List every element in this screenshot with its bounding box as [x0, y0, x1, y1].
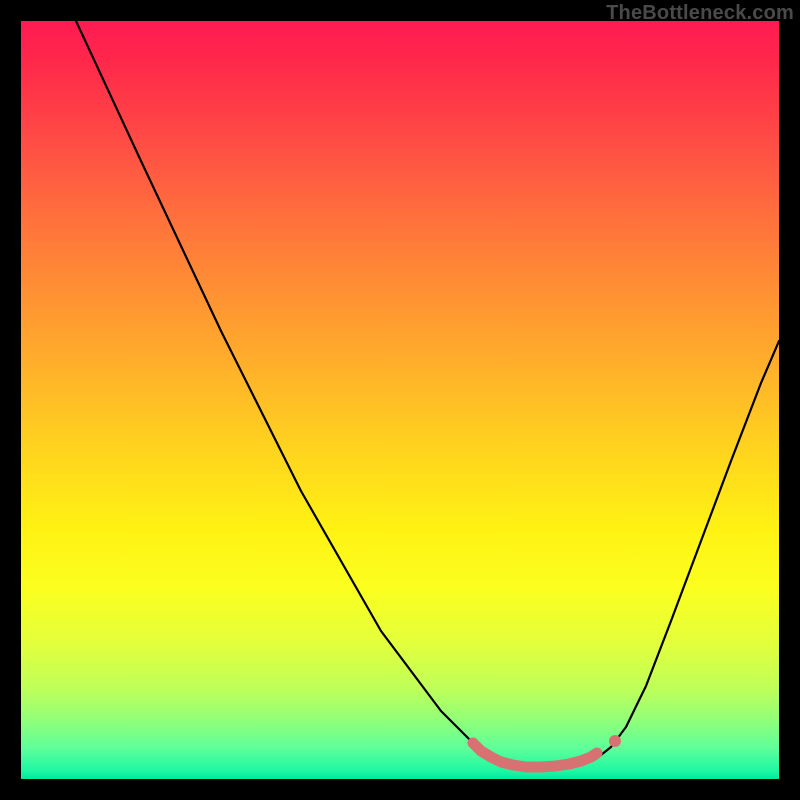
chart-stage: TheBottleneck.com — [0, 0, 800, 800]
plot-area — [21, 21, 779, 779]
heat-gradient — [21, 21, 779, 779]
